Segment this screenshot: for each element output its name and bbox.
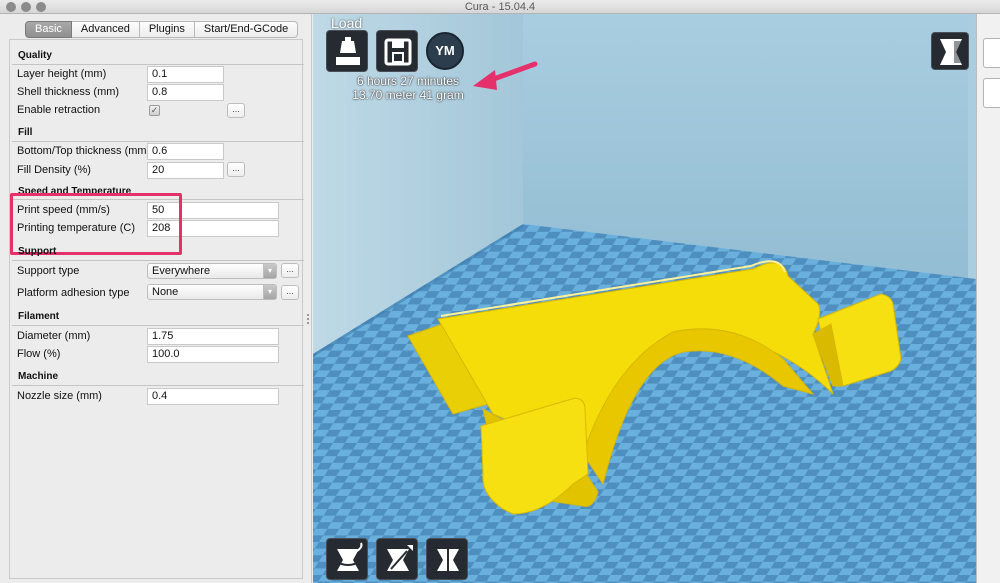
- diameter-input[interactable]: 1.75: [147, 328, 279, 345]
- scale-button[interactable]: [376, 538, 418, 580]
- section-divider: [12, 64, 304, 65]
- tab-advanced[interactable]: Advanced: [71, 21, 140, 38]
- view-mode-button[interactable]: [931, 32, 969, 70]
- load-button[interactable]: [326, 30, 368, 72]
- bottom-top-thickness-label: Bottom/Top thickness (mm): [17, 145, 151, 157]
- support-type-value: Everywhere: [152, 265, 211, 277]
- chevron-down-icon: ▾: [263, 264, 276, 278]
- diameter-label: Diameter (mm): [17, 330, 91, 342]
- tab-start-end-gcode[interactable]: Start/End-GCode: [194, 21, 299, 38]
- settings-panel: Basic Advanced Plugins Start/End-GCode Q…: [0, 14, 312, 583]
- bottom-top-thickness-input[interactable]: 0.6: [147, 143, 224, 160]
- section-title-quality: Quality: [18, 50, 52, 61]
- layer-height-input[interactable]: 0.1: [147, 66, 224, 83]
- tab-basic[interactable]: Basic: [25, 21, 72, 38]
- mirror-icon: [437, 545, 459, 575]
- retraction-checkbox[interactable]: ✓: [149, 105, 160, 116]
- flow-label: Flow (%): [17, 348, 61, 360]
- title-bar: Cura - 15.04.4: [0, 0, 1000, 14]
- mirror-button[interactable]: [426, 538, 468, 580]
- support-type-more-button[interactable]: ...: [281, 263, 299, 278]
- layer-height-label: Layer height (mm): [17, 68, 107, 80]
- retraction-label: Enable retraction: [17, 104, 101, 116]
- rotate-button[interactable]: [326, 538, 368, 580]
- platform-adhesion-select[interactable]: None ▾: [147, 284, 277, 300]
- window-title: Cura - 15.04.4: [464, 1, 536, 13]
- view-mode-icon: [940, 39, 962, 65]
- chevron-down-icon: ▾: [263, 285, 276, 299]
- section-title-support: Support: [18, 246, 57, 257]
- nozzle-size-label: Nozzle size (mm): [17, 390, 102, 402]
- save-icon: [384, 38, 412, 66]
- section-title-filament: Filament: [18, 311, 60, 322]
- platform-adhesion-label: Platform adhesion type: [17, 287, 130, 299]
- section-divider: [12, 141, 304, 142]
- platform-adhesion-more-button[interactable]: ...: [281, 285, 299, 300]
- platform-adhesion-value: None: [152, 286, 179, 298]
- support-type-select[interactable]: Everywhere ▾: [147, 263, 277, 279]
- shell-thickness-input[interactable]: 0.8: [147, 84, 224, 101]
- fill-density-label: Fill Density (%): [17, 164, 91, 176]
- youmagine-button[interactable]: YM: [426, 32, 464, 70]
- support-type-label: Support type: [17, 265, 80, 277]
- section-title-fill: Fill: [18, 127, 33, 138]
- fill-density-more-button[interactable]: ...: [227, 162, 245, 177]
- shell-thickness-label: Shell thickness (mm): [17, 86, 120, 98]
- section-divider: [12, 325, 304, 326]
- save-button[interactable]: [376, 30, 418, 72]
- rotate-icon: [334, 542, 363, 571]
- load-label: Load: [331, 15, 363, 31]
- settings-tabs: Basic Advanced Plugins Start/End-GCode: [25, 21, 299, 38]
- background-window-control: [983, 78, 1000, 108]
- settings-frame: [9, 39, 303, 579]
- panel-splitter-handle[interactable]: [307, 314, 310, 324]
- section-divider: [12, 385, 304, 386]
- annotation-arrow-icon: [473, 61, 538, 90]
- flow-input[interactable]: 100.0: [147, 346, 279, 363]
- section-divider: [12, 260, 304, 261]
- scale-icon: [387, 545, 413, 571]
- retraction-more-button[interactable]: ...: [227, 103, 245, 118]
- nozzle-size-input[interactable]: 0.4: [147, 388, 279, 405]
- fill-density-input[interactable]: 20: [147, 162, 224, 179]
- load-icon: [336, 37, 360, 65]
- tab-plugins[interactable]: Plugins: [139, 21, 195, 38]
- 3d-viewport[interactable]: Load YM 6 hours 27 minutes 13.70 meter 4…: [313, 14, 976, 583]
- section-title-machine: Machine: [18, 371, 59, 382]
- background-window-control: [983, 38, 1000, 68]
- background-window-edge: [976, 14, 1000, 583]
